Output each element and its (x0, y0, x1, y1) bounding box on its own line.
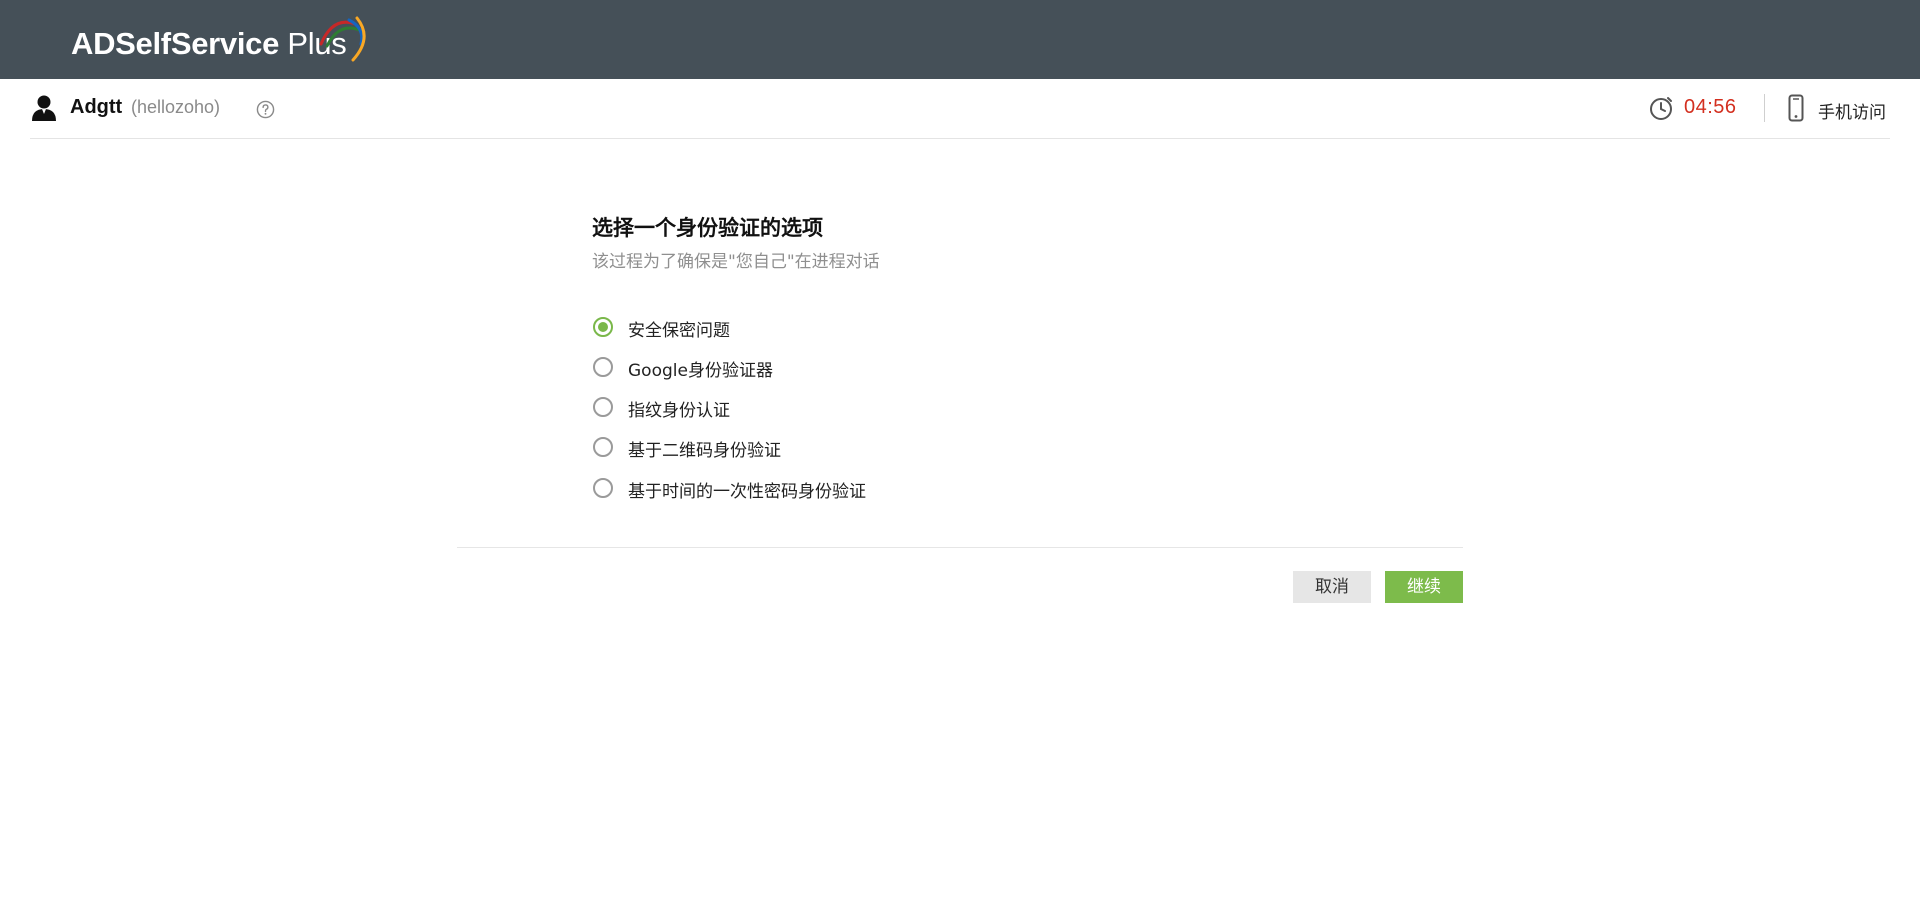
radio-button[interactable] (593, 437, 613, 457)
help-icon[interactable] (256, 100, 275, 119)
clock-icon (1650, 97, 1672, 120)
radio-button[interactable] (593, 478, 613, 498)
actions-divider (457, 547, 1463, 548)
option-label: 安全保密问题 (628, 321, 730, 341)
page-subtitle: 该过程为了确保是"您自己"在进程对话 (592, 252, 880, 272)
continue-button[interactable]: 继续 (1385, 571, 1463, 603)
radio-button[interactable] (593, 317, 613, 337)
option-label: Google身份验证器 (628, 361, 773, 381)
mobile-access-label: 手机访问 (1818, 103, 1886, 123)
page-title: 选择一个身份验证的选项 (592, 216, 823, 240)
logo-swoosh-icon (319, 16, 366, 62)
user-name: Adgtt (70, 96, 123, 118)
header-divider (1764, 94, 1765, 122)
top-header-bar: ADSelfService Plus (0, 0, 1920, 79)
radio-button[interactable] (593, 397, 613, 417)
logo-text: ADSelfService Plus (71, 26, 347, 62)
cancel-button[interactable]: 取消 (1293, 571, 1371, 603)
user-info-bar: Adgtt (hellozoho) 04:56 手机访问 (30, 79, 1890, 139)
option-label: 基于时间的一次性密码身份验证 (628, 482, 866, 502)
user-icon (32, 95, 56, 121)
session-timer: 04:56 (1684, 96, 1737, 118)
user-domain: (hellozoho) (131, 97, 221, 117)
radio-button[interactable] (593, 357, 613, 377)
option-label: 基于二维码身份验证 (628, 441, 781, 461)
option-label: 指纹身份认证 (628, 401, 730, 421)
mobile-phone-icon (1788, 94, 1804, 122)
logo-brand: ADSelfService (71, 26, 280, 61)
